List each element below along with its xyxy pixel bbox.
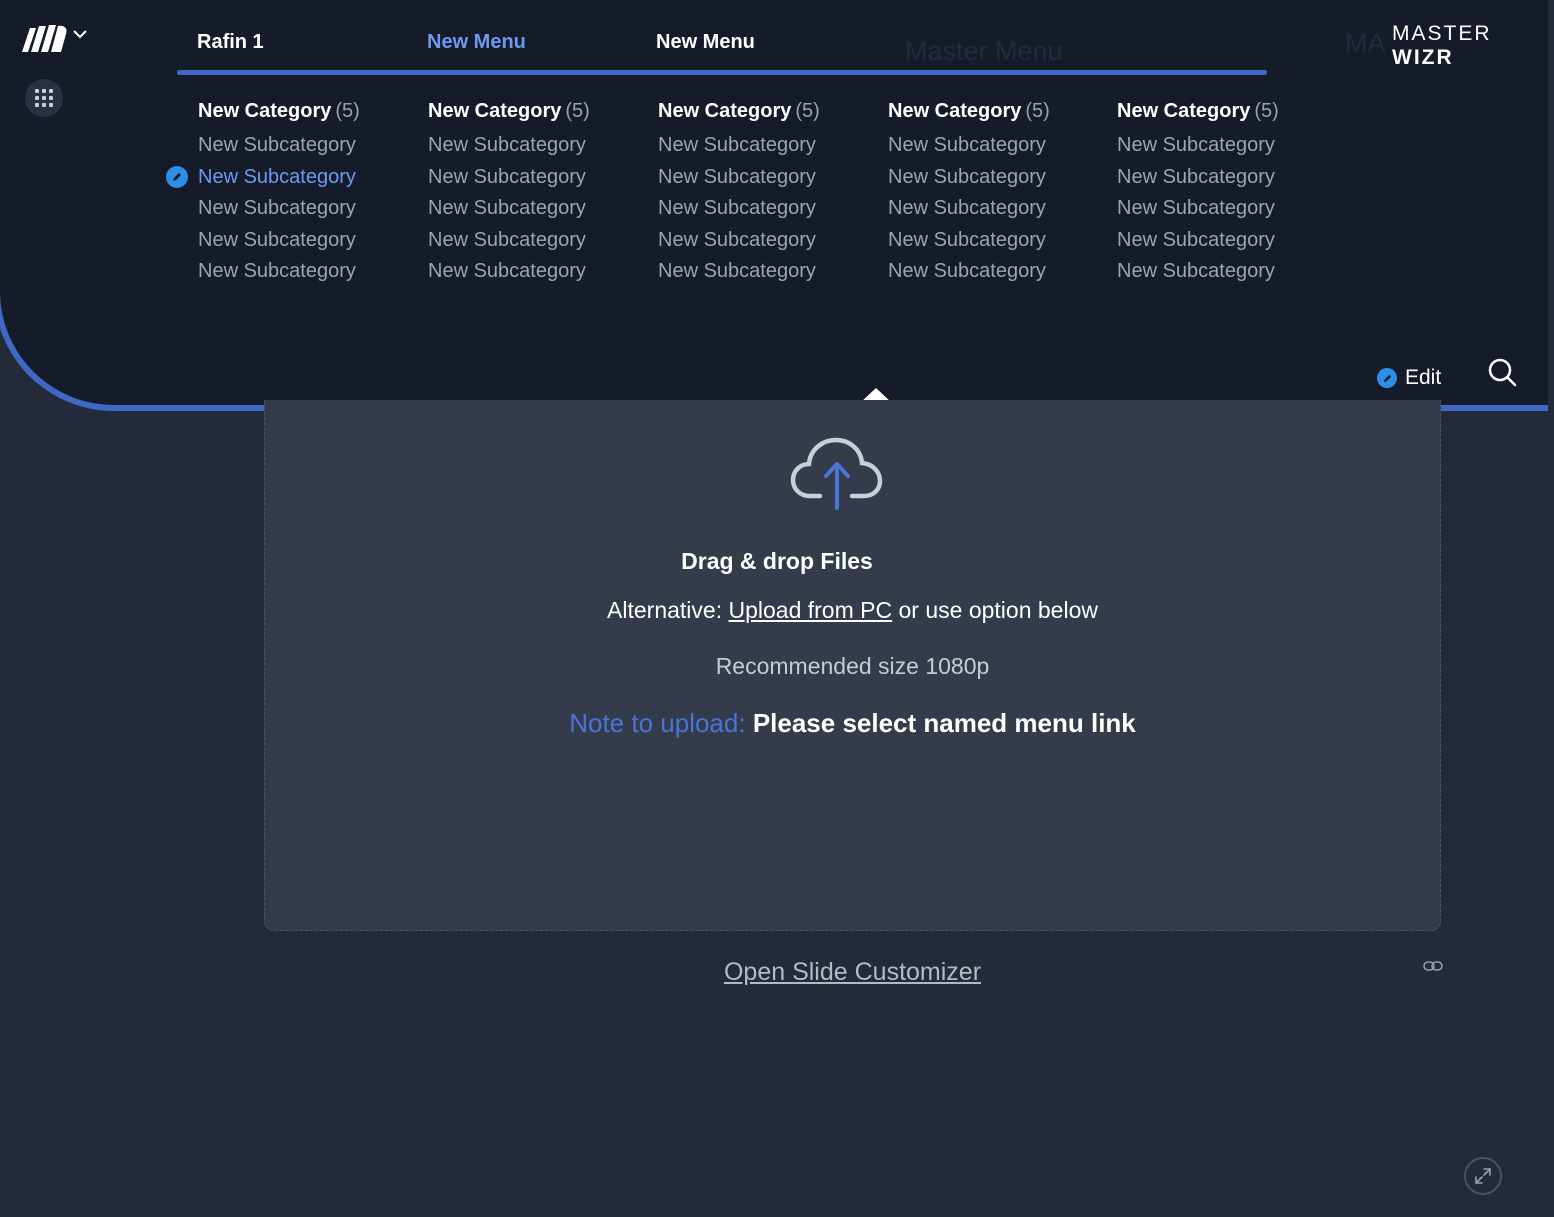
upload-note: Note to upload: Please select named menu…	[569, 708, 1136, 738]
dropzone-title: Drag & drop Files	[681, 548, 873, 574]
tab-new-menu-active[interactable]: New Menu	[427, 31, 526, 54]
brand-wordmark: MASTER WIZR	[1392, 22, 1492, 69]
edit-button[interactable]: Edit	[1377, 366, 1441, 390]
category-column-5: New Category (5) New Subcategory New Subc…	[1117, 100, 1332, 288]
subcategory-item[interactable]: New Subcategory	[888, 130, 1103, 162]
pencil-icon	[1377, 368, 1397, 388]
category-column-2: New Category (5) New Subcategory New Subc…	[428, 100, 643, 288]
expand-button[interactable]	[1464, 1157, 1502, 1195]
recommended-size: Recommended size 1080p	[715, 653, 990, 679]
pencil-icon[interactable]	[166, 165, 188, 188]
category-heading[interactable]: New Category (5)	[888, 100, 1103, 130]
subcategory-item[interactable]: New Subcategory	[428, 256, 643, 288]
subcategory-item-selected[interactable]: New Subcategory	[166, 162, 413, 194]
open-slide-customizer-link[interactable]: Open Slide Customizer	[0, 958, 1554, 987]
subcategory-item[interactable]: New Subcategory	[198, 225, 413, 257]
category-heading[interactable]: New Category (5)	[198, 100, 413, 130]
subcategory-item[interactable]: New Subcategory	[888, 256, 1103, 288]
expand-icon	[1475, 1168, 1491, 1184]
category-heading[interactable]: New Category (5)	[658, 100, 873, 130]
chevron-down-icon[interactable]	[72, 26, 88, 42]
subcategory-item[interactable]: New Subcategory	[1117, 193, 1332, 225]
subcategory-item[interactable]: New Subcategory	[1117, 256, 1332, 288]
category-heading[interactable]: New Category (5)	[428, 100, 643, 130]
subcategory-item[interactable]: New Subcategory	[888, 162, 1103, 194]
category-column-1: New Category (5) New Subcategory New Subc…	[166, 100, 413, 288]
subcategory-item[interactable]: New Subcategory	[1117, 162, 1332, 194]
subcategory-item[interactable]: New Subcategory	[1117, 130, 1332, 162]
menu-tabs: Rafin 1 New Menu New Menu	[177, 28, 1267, 76]
subcategory-item[interactable]: New Subcategory	[658, 162, 873, 194]
category-heading[interactable]: New Category (5)	[1117, 100, 1332, 130]
upload-alternative: Alternative: Upload from PC or use optio…	[607, 597, 1098, 623]
subcategory-item[interactable]: New Subcategory	[658, 256, 873, 288]
link-icon[interactable]	[1423, 960, 1443, 972]
subcategory-item[interactable]: New Subcategory	[658, 225, 873, 257]
ghost-ma: MA	[1345, 28, 1386, 58]
category-column-3: New Category (5) New Subcategory New Subc…	[658, 100, 873, 288]
subcategory-item[interactable]: New Subcategory	[198, 130, 413, 162]
tab-rafin-1[interactable]: Rafin 1	[197, 31, 264, 54]
tab-new-menu[interactable]: New Menu	[656, 31, 755, 54]
subcategory-item[interactable]: New Subcategory	[888, 225, 1103, 257]
subcategory-item[interactable]: New Subcategory	[198, 256, 413, 288]
subcategory-item[interactable]: New Subcategory	[198, 193, 413, 225]
subcategory-item[interactable]: New Subcategory	[658, 193, 873, 225]
tab-underline	[177, 70, 1267, 75]
subcategory-item[interactable]: New Subcategory	[1117, 225, 1332, 257]
subcategory-item[interactable]: New Subcategory	[428, 130, 643, 162]
apps-grid-icon	[35, 89, 53, 107]
subcategory-item[interactable]: New Subcategory	[888, 193, 1103, 225]
subcategory-item[interactable]: New Subcategory	[658, 130, 873, 162]
search-icon[interactable]	[1486, 356, 1518, 388]
edit-label: Edit	[1405, 366, 1442, 389]
subcategory-item[interactable]: New Subcategory	[428, 193, 643, 225]
subcategory-item[interactable]: New Subcategory	[428, 162, 643, 194]
subcategory-item[interactable]: New Subcategory	[428, 225, 643, 257]
masterwizr-logo-icon[interactable]	[20, 22, 70, 54]
cloud-upload-icon	[790, 437, 883, 510]
upload-from-pc-link[interactable]: Upload from PC	[728, 597, 892, 623]
category-column-4: New Category (5) New Subcategory New Subc…	[888, 100, 1103, 288]
apps-button[interactable]	[25, 79, 63, 117]
